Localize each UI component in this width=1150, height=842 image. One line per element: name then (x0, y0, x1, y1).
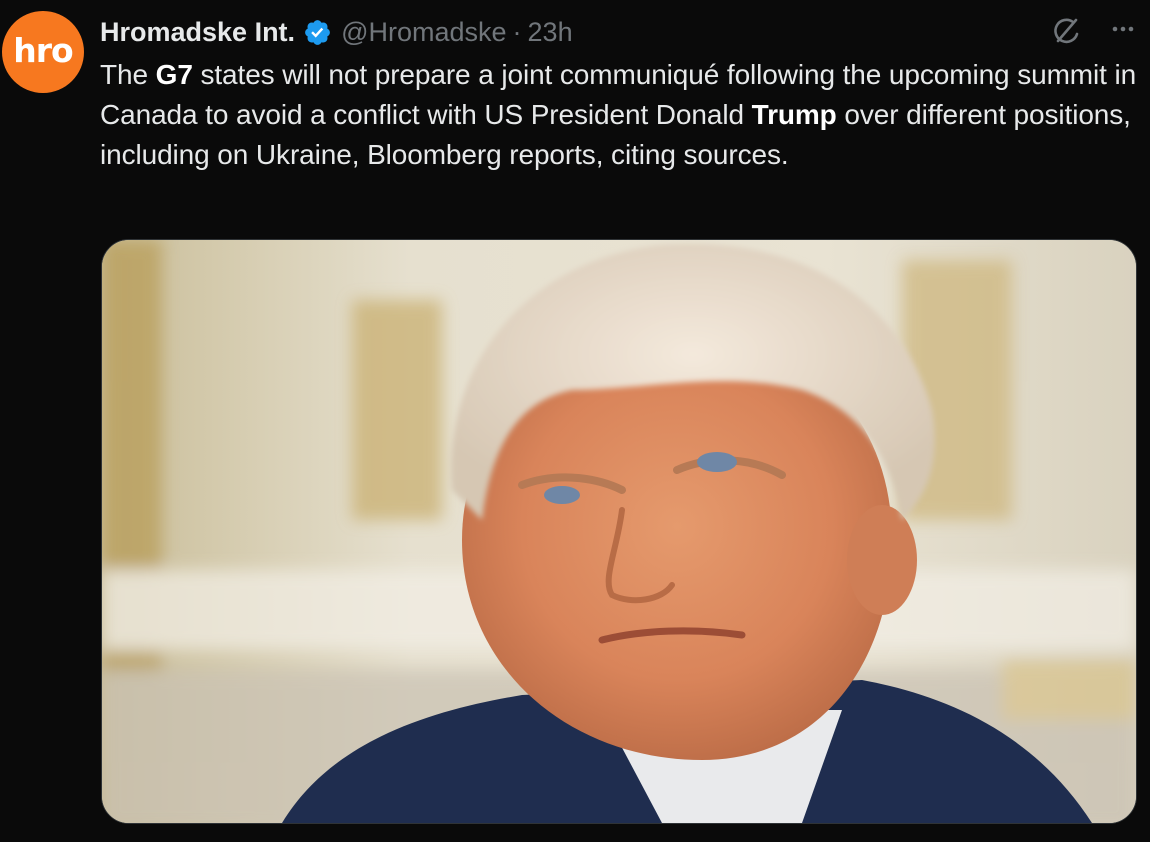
grok-icon[interactable] (1048, 14, 1084, 50)
author-handle[interactable]: @Hromadske (341, 17, 506, 48)
tweet-header: Hromadske Int. @Hromadske · 23h (100, 12, 1150, 52)
tweet[interactable]: hro Hromadske Int. @Hromadske · 23h The … (0, 0, 1150, 842)
tweet-photo[interactable] (101, 239, 1137, 824)
timestamp[interactable]: 23h (528, 17, 573, 48)
tweet-text-bold: Trump (751, 99, 837, 130)
tweet-text-segment: The (100, 59, 156, 90)
avatar-text: hro (13, 30, 73, 70)
portrait-photo (102, 240, 1136, 823)
separator-dot: · (512, 16, 522, 47)
more-options-icon[interactable] (1106, 12, 1140, 46)
author-name[interactable]: Hromadske Int. (100, 17, 295, 48)
verified-badge-icon[interactable] (303, 18, 332, 47)
tweet-text-bold: G7 (155, 59, 193, 90)
tweet-text: The G7 states will not prepare a joint c… (100, 55, 1145, 175)
avatar[interactable]: hro (2, 11, 84, 93)
